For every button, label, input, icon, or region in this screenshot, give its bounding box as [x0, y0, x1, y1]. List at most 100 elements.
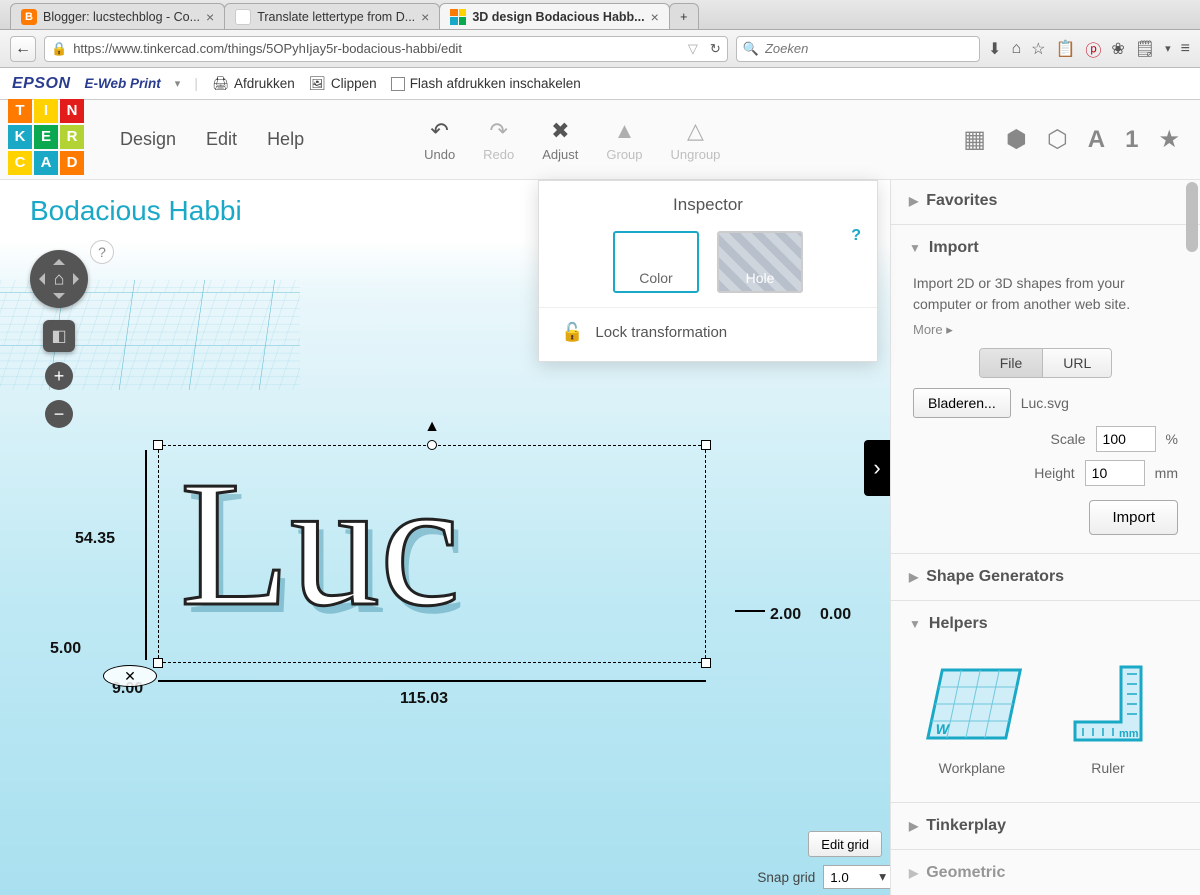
- menu-icon[interactable]: ≡: [1181, 40, 1190, 58]
- pinterest-icon[interactable]: ⓟ: [1085, 37, 1101, 61]
- download-icon[interactable]: ⬇: [988, 39, 1001, 59]
- reload-icon[interactable]: ↻: [710, 41, 721, 57]
- resize-handle[interactable]: [153, 658, 163, 668]
- extension-icon[interactable]: ❀: [1111, 39, 1124, 59]
- ruler-helper[interactable]: mm Ruler: [1053, 657, 1163, 776]
- chevron-down-icon[interactable]: ▾: [175, 77, 181, 90]
- chevron-down-icon: ▼: [909, 241, 921, 255]
- resize-handle[interactable]: [701, 658, 711, 668]
- bookmark-icon[interactable]: ☆: [1031, 39, 1045, 59]
- delete-handle[interactable]: ✕: [103, 665, 157, 687]
- fit-view-button[interactable]: ◧: [43, 320, 75, 352]
- separator: [891, 224, 1200, 225]
- close-icon[interactable]: ×: [206, 9, 214, 25]
- letter-a-icon[interactable]: A: [1088, 126, 1105, 154]
- resize-handle[interactable]: [427, 440, 437, 450]
- inspector-help-icon[interactable]: ?: [851, 227, 861, 245]
- workplane-icon[interactable]: ▦: [963, 125, 986, 154]
- url-bar[interactable]: 🔒 ▽ ↻: [44, 36, 728, 62]
- new-tab-button[interactable]: +: [669, 3, 699, 29]
- group-icon: ▲: [614, 118, 636, 144]
- search-input[interactable]: [765, 41, 973, 56]
- flash-label: Flash afdrukken inschakelen: [410, 76, 581, 91]
- workplane-thumb: W: [917, 657, 1027, 752]
- zoom-in-button[interactable]: +: [45, 362, 73, 390]
- chevron-down-icon: ▼: [909, 617, 921, 631]
- home-icon[interactable]: ⌂: [1011, 40, 1021, 58]
- shape-generators-panel-header[interactable]: ▶Shape Generators: [891, 556, 1200, 598]
- chevron-down-icon[interactable]: ▾: [879, 869, 886, 885]
- helpers-label: Helpers: [929, 615, 988, 633]
- helpers-panel-header[interactable]: ▼ Helpers: [891, 603, 1200, 645]
- import-button[interactable]: Import: [1089, 500, 1178, 535]
- favorites-panel-header[interactable]: ▶Favorites: [891, 180, 1200, 222]
- close-icon[interactable]: ×: [421, 9, 429, 25]
- url-tab[interactable]: URL: [1042, 349, 1111, 377]
- hole-swatch[interactable]: Hole: [717, 231, 803, 293]
- zoom-out-button[interactable]: −: [45, 400, 73, 428]
- scale-input[interactable]: [1096, 426, 1156, 452]
- sidebar-scrollbar[interactable]: [1186, 180, 1198, 895]
- search-icon: 🔍: [743, 41, 759, 57]
- expand-sidebar-button[interactable]: ›: [864, 440, 890, 496]
- clip-button[interactable]: 🖼Clippen: [309, 76, 377, 92]
- import-source-segmented: File URL: [979, 348, 1113, 378]
- star-icon[interactable]: ★: [1158, 125, 1180, 154]
- clipboard-icon[interactable]: 📋: [1055, 39, 1075, 59]
- undo-button[interactable]: ↶Undo: [424, 118, 455, 162]
- menu-design[interactable]: Design: [120, 129, 176, 150]
- ungroup-button[interactable]: △Ungroup: [671, 118, 721, 162]
- outline-icon[interactable]: ⬡: [1047, 125, 1068, 154]
- workplane-helper[interactable]: W Workplane: [917, 657, 1027, 776]
- tinkerplay-panel-header[interactable]: ▶Tinkerplay: [891, 805, 1200, 847]
- lock-icon: 🔒: [51, 41, 67, 57]
- file-tab[interactable]: File: [980, 349, 1043, 377]
- print-button[interactable]: 🖨Afdrukken: [212, 76, 295, 92]
- chevron-down-icon[interactable]: ▾: [1165, 42, 1171, 55]
- adjust-button[interactable]: ✖Adjust: [542, 118, 578, 162]
- geometric-panel-header[interactable]: ▶Geometric: [891, 852, 1200, 894]
- close-icon[interactable]: ×: [651, 9, 659, 25]
- import-panel-header[interactable]: ▼Import: [891, 227, 1200, 269]
- edit-grid-button[interactable]: Edit grid: [808, 831, 882, 857]
- undo-label: Undo: [424, 147, 455, 162]
- chevron-right-icon: ▶: [909, 194, 918, 208]
- resize-handle[interactable]: [701, 440, 711, 450]
- lock-transformation-toggle[interactable]: 🔓 Lock transformation: [539, 307, 877, 361]
- menu-help[interactable]: Help: [267, 129, 304, 150]
- dropdown-icon[interactable]: ▽: [688, 41, 698, 57]
- scrollbar-thumb[interactable]: [1186, 182, 1198, 252]
- color-swatch[interactable]: Color: [613, 231, 699, 293]
- tinkerplay-label: Tinkerplay: [926, 817, 1006, 835]
- resize-handle[interactable]: [153, 440, 163, 450]
- number-1-icon[interactable]: 1: [1125, 126, 1138, 154]
- tinkercad-logo[interactable]: TINKERCAD: [0, 95, 90, 185]
- clip-icon: 🖼: [309, 76, 326, 92]
- epson-toolbar: EPSON E-Web Print ▾ | 🖨Afdrukken 🖼Clippe…: [0, 68, 1200, 100]
- browser-tab[interactable]: Translate lettertype from D... ×: [224, 3, 440, 29]
- height-handle-icon[interactable]: ▲: [424, 418, 440, 436]
- scale-unit: %: [1166, 431, 1178, 447]
- menu-edit[interactable]: Edit: [206, 129, 237, 150]
- project-title[interactable]: Bodacious Habbi: [30, 195, 242, 227]
- group-button[interactable]: ▲Group: [606, 118, 642, 162]
- notes-icon[interactable]: 🗒: [1135, 39, 1155, 59]
- back-button[interactable]: ←: [10, 36, 36, 62]
- dimension-height: 54.35: [75, 530, 115, 548]
- url-input[interactable]: [73, 41, 682, 56]
- selection-box[interactable]: ▲: [158, 445, 706, 663]
- adjust-icon: ✖: [551, 118, 569, 144]
- orbit-control[interactable]: [30, 250, 88, 308]
- search-bar[interactable]: 🔍: [736, 36, 980, 62]
- redo-button[interactable]: ↷Redo: [483, 118, 514, 162]
- more-link[interactable]: More ▸: [913, 322, 953, 337]
- height-input[interactable]: [1085, 460, 1145, 486]
- browser-tab-active[interactable]: 3D design Bodacious Habb... ×: [439, 3, 669, 29]
- filename-label: Luc.svg: [1021, 395, 1069, 411]
- browse-button[interactable]: Bladeren...: [913, 388, 1011, 418]
- help-icon[interactable]: ?: [90, 240, 114, 264]
- app-header: TINKERCAD Design Edit Help ↶Undo ↷Redo ✖…: [0, 100, 1200, 180]
- flash-checkbox[interactable]: Flash afdrukken inschakelen: [391, 76, 581, 91]
- browser-tab[interactable]: B Blogger: lucstechblog - Co... ×: [10, 3, 225, 29]
- solid-icon[interactable]: ⬢: [1006, 125, 1027, 154]
